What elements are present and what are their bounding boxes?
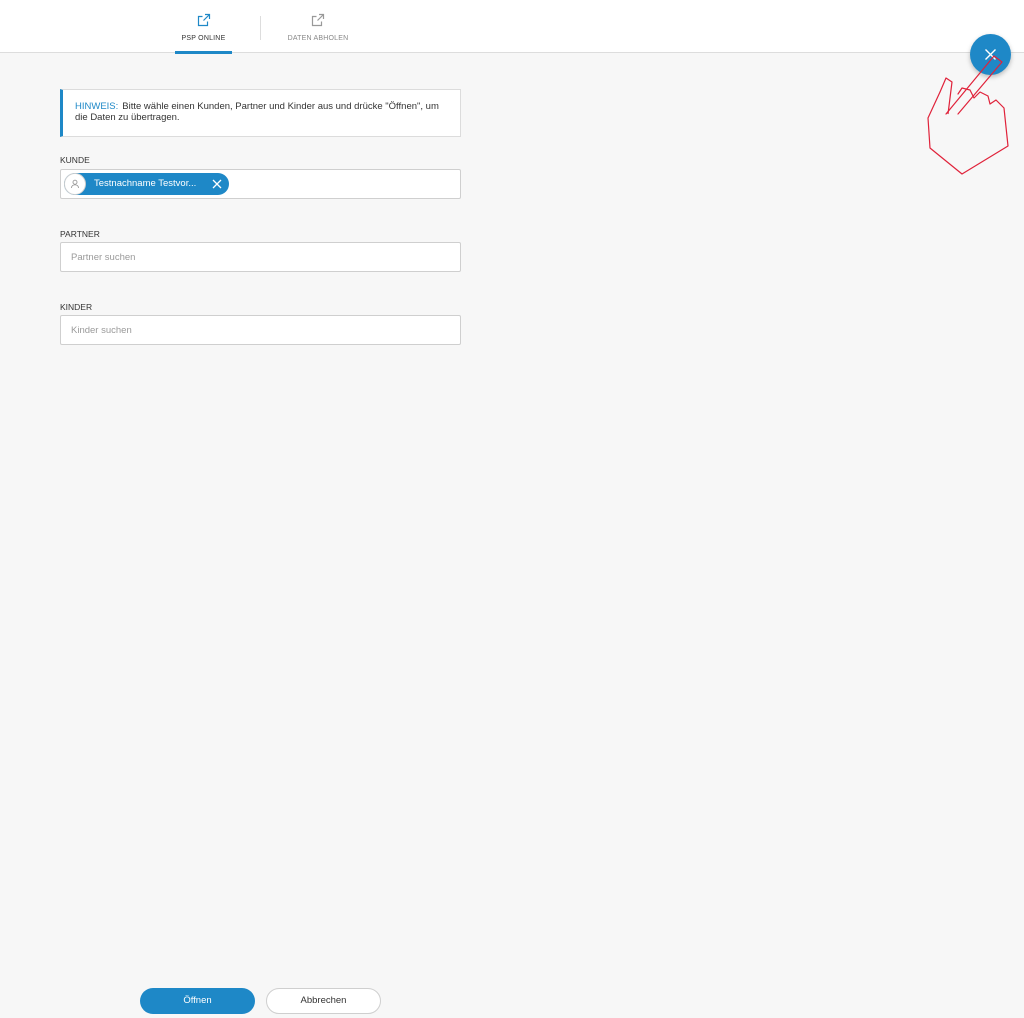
selected-customer-chip[interactable]: Testnachname Testvor... bbox=[64, 173, 229, 195]
close-icon bbox=[985, 49, 996, 60]
tab-daten-abholen-label: DATEN ABHOLEN bbox=[287, 35, 349, 42]
kunde-label: KUNDE bbox=[60, 155, 90, 165]
external-link-icon bbox=[311, 13, 325, 27]
kinder-search-input[interactable] bbox=[61, 316, 460, 344]
cancel-button[interactable]: Abbrechen bbox=[266, 988, 381, 1014]
close-icon[interactable] bbox=[212, 179, 222, 189]
external-link-icon bbox=[197, 13, 210, 27]
kinder-label: KINDER bbox=[60, 302, 93, 312]
top-navigation-bar: PSP ONLINE DATEN ABHOLEN bbox=[0, 0, 1024, 54]
open-button[interactable]: Öffnen bbox=[140, 988, 255, 1014]
active-tab-indicator bbox=[175, 51, 232, 54]
tab-daten-abholen[interactable]: DATEN ABHOLEN bbox=[282, 0, 354, 53]
partner-label: PARTNER bbox=[60, 229, 100, 239]
person-icon bbox=[71, 179, 79, 189]
tab-psp-online-label: PSP ONLINE bbox=[181, 35, 226, 42]
kunde-field[interactable]: Testnachname Testvor... bbox=[60, 169, 461, 199]
partner-field bbox=[60, 242, 461, 272]
notice-text: Bitte wähle einen Kunden, Partner und Ki… bbox=[75, 101, 439, 123]
notice-title: HINWEIS: bbox=[75, 101, 119, 112]
chip-label: Testnachname Testvor... bbox=[94, 178, 197, 189]
tab-psp-online[interactable]: PSP ONLINE bbox=[175, 0, 232, 54]
partner-search-input[interactable] bbox=[61, 243, 460, 271]
hint-notice: HINWEIS: Bitte wähle einen Kunden, Partne… bbox=[60, 89, 461, 137]
kinder-field bbox=[60, 315, 461, 345]
tab-divider bbox=[260, 16, 261, 40]
close-fab-button[interactable] bbox=[970, 34, 1011, 75]
avatar bbox=[64, 173, 86, 195]
